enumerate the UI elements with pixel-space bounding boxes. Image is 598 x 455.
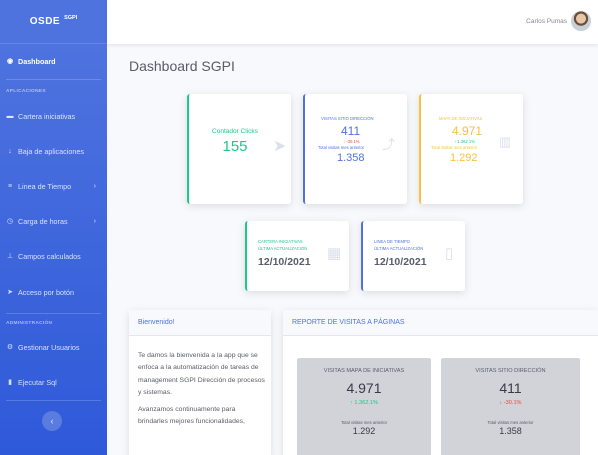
report-sitio-label: VISITAS SITIO DIRECCIÓN xyxy=(475,368,546,374)
sidebar-item-sql[interactable]: ▮ Ejecutar Sql xyxy=(0,374,107,390)
file-icon: ▮ xyxy=(8,379,12,386)
topbar: Carlos Pumas xyxy=(107,0,598,44)
report-mapa-box: VISITAS MAPA DE INICIATIVAS 4.971 ↑ 1.36… xyxy=(297,358,431,455)
visitas-sitio-prev-label: Total visitas mes anterior xyxy=(318,145,365,150)
welcome-panel: Bienvenido! Te damos la bienvenida a la … xyxy=(129,310,271,455)
sidebar-item-label: Carga de horas xyxy=(18,216,68,226)
sidebar-divider xyxy=(6,79,101,80)
sidebar-item-label: Ejecutar Sql xyxy=(18,377,57,387)
tachometer-icon: ◉ xyxy=(6,58,14,65)
pointer-icon: ➤ xyxy=(273,138,287,155)
download-icon: ↓ xyxy=(8,147,12,155)
section-heading-apps: APLICACIONES xyxy=(6,89,46,94)
report-mapa-value: 4.971 xyxy=(346,380,382,396)
sidebar-item-usuarios[interactable]: ⚙ Gestionar Usuarios xyxy=(0,339,107,355)
report-mapa-change: ↑ 1.362.1% xyxy=(350,400,378,406)
sidebar-divider xyxy=(6,400,101,401)
clicks-value: 155 xyxy=(222,138,248,155)
welcome-header: Bienvenido! xyxy=(129,310,271,336)
mapa-prev-label: Total visitas mes anterior xyxy=(431,145,478,150)
mapa-value: 4.971 xyxy=(452,124,483,138)
brand-name: OSDE xyxy=(29,16,61,27)
report-mapa-prev-value: 1.292 xyxy=(352,426,376,436)
mapa-change: ↑ 1.362.1% xyxy=(454,139,475,144)
sidebar-item-label: Gestionar Usuarios xyxy=(18,342,80,352)
welcome-paragraph: Avanzamos continuamente para brindarles … xyxy=(138,406,245,426)
report-mapa-label: VISITAS MAPA DE INICIATIVAS xyxy=(323,368,405,374)
section-heading-admin: ADMINISTRACIÓN xyxy=(6,321,53,326)
sidebar-item-label: Campos calculados xyxy=(18,251,81,261)
report-header: REPORTE DE VISITAS A PÁGINAS xyxy=(283,310,598,336)
sidebar-item-label: Acceso por botón xyxy=(18,287,74,297)
mapa-label: MAPA DE INICIATIVAS xyxy=(439,116,483,121)
visitas-sitio-value: 411 xyxy=(341,124,361,138)
visitas-sitio-change: ↓ -30.1% xyxy=(343,139,360,144)
report-sitio-prev-label: Total visitas mes anterior xyxy=(487,420,534,425)
sidebar-item-cartera[interactable]: ▬ Cartera iniciativas xyxy=(0,108,107,124)
clicks-label: Contador Clicks xyxy=(212,128,258,135)
linea-sublabel: ÚLTIMA ACTUALIZACIÓN xyxy=(374,246,424,251)
clicks-card[interactable]: Contador Clicks 155 ➤ xyxy=(187,94,291,204)
users-cog-icon: ⚙ xyxy=(6,344,14,351)
sidebar-item-acceso[interactable]: ➤ Acceso por botón xyxy=(0,284,107,300)
visitas-sitio-prev-value: 1.358 xyxy=(337,152,365,164)
report-sitio-box: VISITAS SITIO DIRECCIÓN 411 ↓ -30.1% Tot… xyxy=(441,358,580,455)
clock-icon: ◷ xyxy=(6,218,14,225)
chevron-left-icon: ‹ xyxy=(50,416,54,426)
avatar[interactable] xyxy=(571,11,591,31)
visitas-sitio-card[interactable]: VISITAS SITIO DIRECCIÓN 411 ↓ -30.1% Tot… xyxy=(303,94,407,204)
sidebar-item-label: Linea de Tiempo xyxy=(18,181,72,191)
file-pdf-icon: ▯ xyxy=(445,245,454,262)
brand-sup: SGPI xyxy=(64,14,78,21)
brand[interactable]: OSDE SGPI xyxy=(0,0,107,44)
sidebar-item-label: Baja de aplicaciones xyxy=(18,146,84,156)
user-name[interactable]: Carlos Pumas xyxy=(526,18,567,25)
welcome-paragraph: Te damos la bienvenida a la app que se e… xyxy=(138,352,265,396)
sidebar-item-linea[interactable]: ≡ Linea de Tiempo › xyxy=(0,178,107,194)
welcome-title: Bienvenido! xyxy=(138,319,175,326)
mapa-card[interactable]: MAPA DE INICIATIVAS 4.971 ↑ 1.362.1% Tot… xyxy=(419,94,523,204)
sidebar-item-label: Cartera iniciativas xyxy=(18,111,76,121)
cartera-label: CARTERA INICIATIVAS xyxy=(258,239,303,244)
stream-icon: ≡ xyxy=(7,182,13,190)
cartera-date: 12/10/2021 xyxy=(258,256,311,268)
mapa-prev-value: 1.292 xyxy=(450,152,478,164)
report-sitio-change: ↓ -30.1% xyxy=(499,400,522,406)
pointer-icon: ➤ xyxy=(7,289,13,296)
report-sitio-value: 411 xyxy=(499,380,522,396)
report-mapa-prev-label: Total visitas mes anterior xyxy=(340,420,388,425)
chevron-right-icon: › xyxy=(93,182,96,190)
page-title: Dashboard SGPI xyxy=(129,58,235,74)
sidebar-item-dashboard[interactable]: ◉ Dashboard xyxy=(0,53,107,69)
linea-label: LINEA DE TIEMPO xyxy=(374,239,410,244)
welcome-body: Te damos la bienvenida a la app que se e… xyxy=(138,350,266,434)
sitemap-icon: ⊥ xyxy=(6,253,14,260)
sidebar-toggle-button[interactable]: ‹ xyxy=(42,411,62,431)
chart-bar-icon: ▥ xyxy=(499,134,512,149)
sidebar-divider xyxy=(6,313,101,314)
linea-date: 12/10/2021 xyxy=(374,256,427,268)
linea-card[interactable]: LINEA DE TIEMPO ÚLTIMA ACTUALIZACIÓN 12/… xyxy=(361,221,465,291)
sidebar: OSDE SGPI ◉ Dashboard APLICACIONES ▬ Car… xyxy=(0,0,107,455)
sidebar-item-baja[interactable]: ↓ Baja de aplicaciones xyxy=(0,143,107,159)
sidebar-item-campos[interactable]: ⊥ Campos calculados xyxy=(0,248,107,264)
report-panel: REPORTE DE VISITAS A PÁGINAS VISITAS MAP… xyxy=(283,310,598,455)
cartera-card[interactable]: CARTERA INICIATIVAS ÚLTIMA ACTUALIZACIÓN… xyxy=(245,221,349,291)
folder-icon: ▬ xyxy=(6,112,14,120)
sidebar-item-label: Dashboard xyxy=(18,56,56,66)
report-title: REPORTE DE VISITAS A PÁGINAS xyxy=(292,319,405,326)
sidebar-item-carga[interactable]: ◷ Carga de horas › xyxy=(0,213,107,229)
report-sitio-prev-value: 1.358 xyxy=(499,426,522,436)
chart-line-icon: ⤴ xyxy=(382,137,396,152)
calendar-icon: ▦ xyxy=(327,245,342,262)
visitas-sitio-label: VISITAS SITIO DIRECCIÓN xyxy=(321,116,374,121)
chevron-right-icon: › xyxy=(93,217,96,225)
cartera-sublabel: ÚLTIMA ACTUALIZACIÓN xyxy=(258,246,308,251)
